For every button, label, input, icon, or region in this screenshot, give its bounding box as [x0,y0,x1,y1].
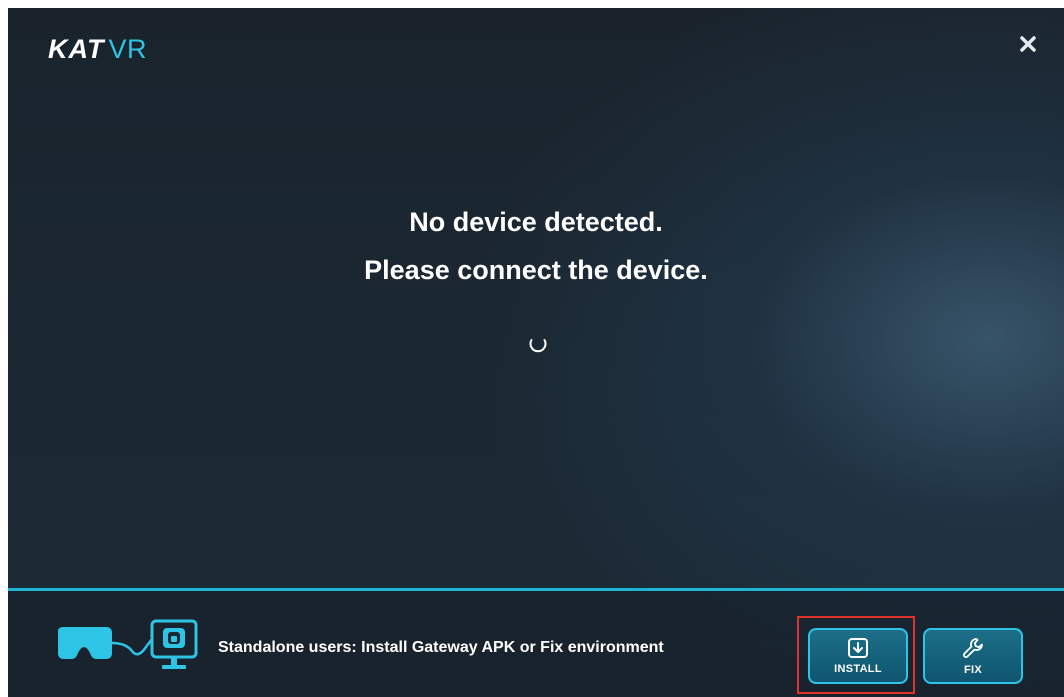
device-illustration [58,619,198,669]
fix-button-label: FIX [963,664,982,676]
close-icon [1020,36,1036,52]
install-button[interactable]: INSTALL [808,628,908,684]
monitor-icon [150,619,198,669]
loading-spinner-icon [529,339,547,353]
install-button-label: INSTALL [834,663,882,675]
footer-message: Standalone users: Install Gateway APK or… [218,639,664,656]
fix-button[interactable]: FIX [923,628,1023,684]
logo-kat-text: KAT [48,34,105,64]
wrench-icon [963,638,983,658]
status-line-1: No device detected. [409,207,663,237]
status-message: No device detected. Please connect the d… [8,198,1064,294]
status-line-2: Please connect the device. [364,255,708,285]
download-box-icon [848,638,868,658]
vr-headset-icon [58,627,112,659]
katvr-logo: KAT VR [48,36,147,63]
close-button[interactable] [1014,30,1042,58]
logo-vr-text: VR [108,34,148,64]
footer-bar: Standalone users: Install Gateway APK or… [8,591,1064,697]
app-window: KAT VR No device detected. Please connec… [8,8,1064,697]
